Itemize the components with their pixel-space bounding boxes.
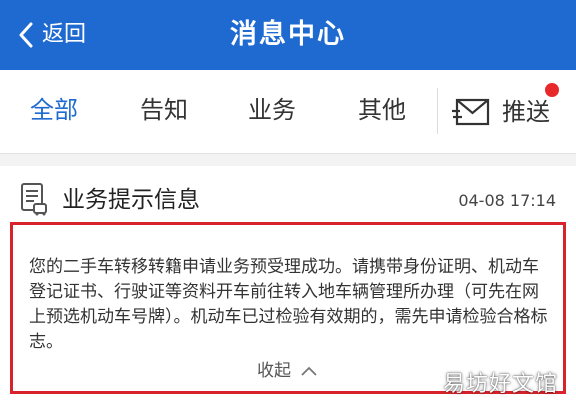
collapse-button[interactable]: 收起 — [257, 359, 317, 383]
tab-divider — [437, 88, 438, 134]
message-card[interactable]: 业务提示信息 04-08 17:14 您的二手车转移转籍申请业务预受理成功。请携… — [0, 166, 576, 412]
push-button[interactable]: 推送 — [452, 90, 550, 134]
message-body: 您的二手车转移转籍申请业务预受理成功。请携带身份证明、机动车登记证书、行驶证等资… — [29, 257, 548, 352]
tab-all[interactable]: 全部 — [30, 94, 78, 126]
envelope-icon — [452, 98, 490, 126]
tab-business[interactable]: 业务 — [248, 94, 296, 126]
collapse-label: 收起 — [257, 361, 291, 381]
tab-other[interactable]: 其他 — [358, 94, 406, 126]
header-bar: 返回 消息中心 — [0, 0, 576, 70]
page-title: 消息中心 — [230, 19, 346, 50]
message-time: 04-08 17:14 — [458, 191, 556, 210]
chevron-up-icon — [301, 366, 317, 376]
push-label: 推送 — [502, 98, 550, 126]
tab-bar: 全部 告知 业务 其他 推送 — [0, 70, 576, 154]
message-title: 业务提示信息 — [62, 187, 200, 213]
document-icon — [21, 183, 47, 216]
tab-notice[interactable]: 告知 — [140, 94, 188, 126]
watermark: 易坊好文馆 — [442, 372, 558, 397]
unread-dot — [545, 83, 559, 97]
